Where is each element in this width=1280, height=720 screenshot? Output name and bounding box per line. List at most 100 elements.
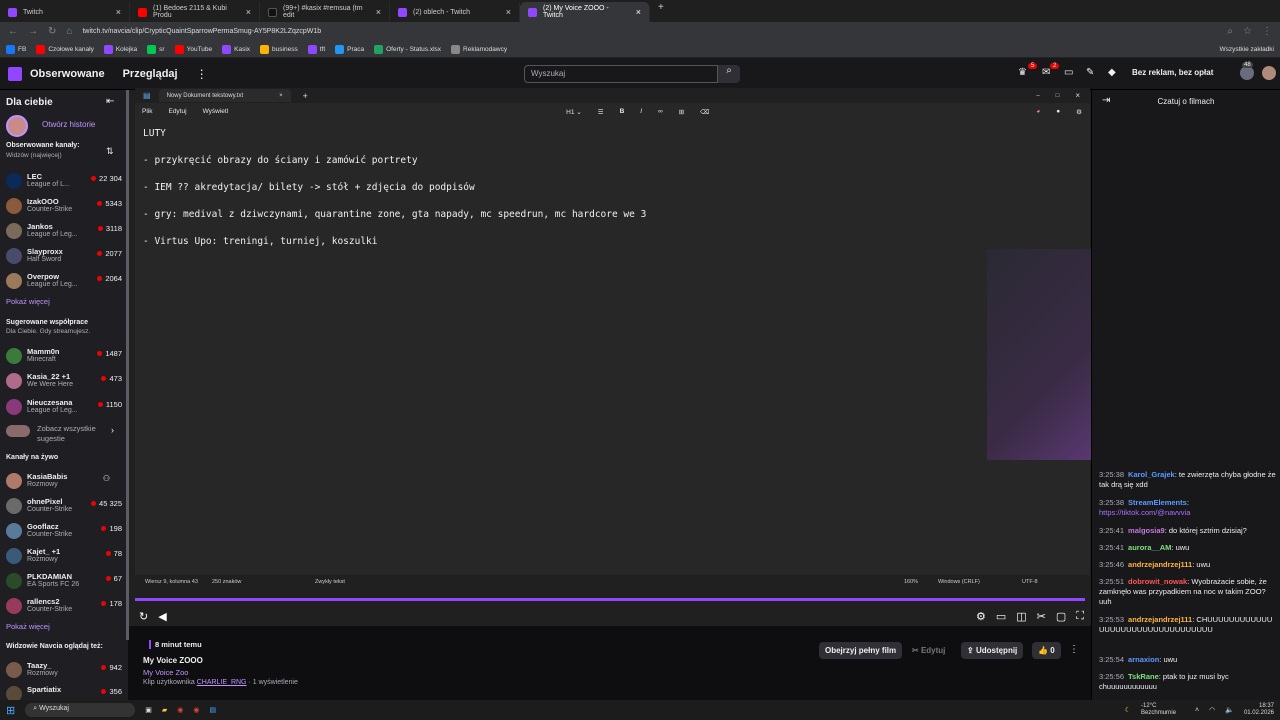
- bookmark-item[interactable]: Reklamodawcy: [451, 44, 507, 54]
- browser-tab[interactable]: (2) oblech - Twitch ×: [390, 2, 520, 22]
- sidebar-channel[interactable]: Mamm0n Minecraft 1487: [6, 345, 122, 367]
- volume-tray-icon[interactable]: 🔈: [1225, 706, 1234, 714]
- browser-tab-active[interactable]: (2) My Voice ZOOO - Twitch ×: [520, 2, 650, 22]
- sidebar-channel[interactable]: Nieuczesana League of Leg... 1150: [6, 396, 122, 418]
- clock[interactable]: 18:37 01.02.2026: [1244, 703, 1274, 717]
- bookmark-item[interactable]: business: [260, 44, 298, 54]
- minimize-icon[interactable]: –: [1036, 93, 1039, 99]
- menu-dots-icon[interactable]: ⋮: [1262, 26, 1272, 37]
- sidebar-channel[interactable]: ohnePixel Counter-Strike 45 325: [6, 495, 122, 517]
- share-button[interactable]: ⇪ Udostępnij: [961, 642, 1024, 659]
- maximize-icon[interactable]: □: [1056, 93, 1060, 99]
- sidebar-channel[interactable]: KasiaBabis Rozmowy ⚇: [6, 470, 122, 492]
- weather-text[interactable]: -12°C Bezchmurnie: [1141, 703, 1185, 717]
- clip-icon[interactable]: ✂: [1037, 610, 1046, 623]
- bookmark-item[interactable]: Czołowe kanały: [36, 44, 94, 54]
- menu-file[interactable]: Plik: [142, 108, 152, 115]
- bookmark-item[interactable]: Oferty - Status.xlsx: [374, 44, 441, 54]
- url-input[interactable]: twitch.tv/navcia/clip/CrypticQuaintSparr…: [82, 28, 1217, 35]
- edit-button[interactable]: ✂ Edytuj: [906, 642, 951, 659]
- clip-author-link[interactable]: CHARLIE_RNG: [197, 679, 247, 686]
- sidebar-toggle-icon[interactable]: ◫: [1016, 610, 1026, 623]
- sidebar-channel[interactable]: PLKDAMIAN EA Sports FC 26 67: [6, 570, 122, 592]
- replay-icon[interactable]: ↻: [139, 610, 148, 623]
- file-explorer-icon[interactable]: ▰: [162, 706, 167, 714]
- task-view-icon[interactable]: ▣: [145, 706, 152, 714]
- notepad-taskbar-icon[interactable]: ▤: [209, 706, 216, 714]
- link-icon[interactable]: ∞: [658, 108, 663, 115]
- zoom-icon[interactable]: ⌕: [1227, 26, 1233, 37]
- chrome-profile-icon[interactable]: ◉: [193, 706, 199, 714]
- browser-tab[interactable]: (1) Bedoes 2115 & Kubi Produ ×: [130, 2, 260, 22]
- sidebar-channel[interactable]: IzakOOO Counter-Strike 5343: [6, 195, 122, 217]
- bookmark-item[interactable]: FB: [6, 44, 26, 54]
- show-more-link[interactable]: Pokaż więcej: [6, 297, 50, 306]
- bookmark-star-icon[interactable]: ☆: [1243, 26, 1252, 37]
- menu-edit[interactable]: Edytuj: [168, 108, 186, 115]
- sidebar-channel[interactable]: Kasia_22 +1 We Were Here 473: [6, 370, 122, 392]
- user-avatar[interactable]: [1240, 66, 1254, 80]
- table-icon[interactable]: ⊞: [679, 108, 684, 116]
- italic-icon[interactable]: I: [640, 108, 642, 115]
- whispers-icon[interactable]: ▭: [1064, 67, 1073, 78]
- taskbar-search[interactable]: ⌕ Wyszukaj: [25, 703, 136, 717]
- close-tab-icon[interactable]: ×: [506, 7, 511, 17]
- notepad-tab[interactable]: Nowy Dokument tekstowy.txt ×: [158, 89, 291, 102]
- followed-sort[interactable]: Widzów (najwięcej): [6, 152, 62, 159]
- theatre-mode-icon[interactable]: ▭: [996, 610, 1006, 623]
- more-options-icon[interactable]: ⋮: [1069, 644, 1079, 655]
- bits-icon[interactable]: ◆: [1108, 67, 1116, 78]
- inbox-icon[interactable]: ✉: [1042, 67, 1050, 78]
- chrome-icon[interactable]: ◉: [177, 706, 183, 714]
- back-icon[interactable]: ←: [8, 26, 18, 37]
- windows-start-icon[interactable]: ⊞: [6, 704, 15, 717]
- search-icon[interactable]: ⌕: [718, 65, 740, 83]
- crown-icon[interactable]: ♛: [1018, 67, 1027, 78]
- more-icon[interactable]: ⋮: [196, 67, 208, 81]
- settings-gear-icon[interactable]: ⚙: [1076, 108, 1082, 116]
- new-tab-icon[interactable]: +: [303, 91, 308, 101]
- ad-free-button[interactable]: Bez reklam, bez opłat: [1128, 66, 1217, 79]
- sidebar-channel[interactable]: Taazy_ Rozmowy 942: [6, 659, 122, 681]
- copilot-icon[interactable]: ◕: [1036, 108, 1040, 115]
- bookmark-item[interactable]: tft: [307, 44, 325, 54]
- clip-channel-link[interactable]: My Voice Zoo: [143, 668, 188, 677]
- bookmark-item[interactable]: YouTube: [174, 44, 212, 54]
- browser-tab[interactable]: Twitch ×: [0, 2, 130, 22]
- profile-avatar[interactable]: [1262, 66, 1276, 80]
- stories-avatar[interactable]: [6, 115, 28, 137]
- clear-format-icon[interactable]: ⌫: [700, 108, 709, 116]
- see-all-suggestions[interactable]: Zobacz wszystkie sugestie ›: [6, 423, 122, 445]
- browser-tab[interactable]: (99+) #kasix #remsua (tm edit ×: [260, 2, 390, 22]
- reload-icon[interactable]: ↻: [48, 26, 56, 37]
- bookmark-item[interactable]: Kolejka: [103, 44, 137, 54]
- home-icon[interactable]: ⌂: [66, 26, 72, 37]
- sort-icon[interactable]: ⇅: [106, 146, 114, 157]
- close-tab-icon[interactable]: ×: [636, 7, 641, 17]
- sidebar-channel[interactable]: Slayproxx Half Sword 2077: [6, 245, 122, 267]
- settings-icon[interactable]: ⚙: [976, 610, 986, 623]
- open-stories-link[interactable]: Otwórz historie: [42, 120, 95, 129]
- sidebar-channel[interactable]: rallencs2 Counter-Strike 178: [6, 595, 122, 617]
- fullscreen-mini-icon[interactable]: ▢: [1056, 610, 1066, 623]
- search-input[interactable]: Wyszukaj: [524, 65, 718, 83]
- forward-icon[interactable]: →: [28, 26, 38, 37]
- bookmark-item[interactable]: Praca: [335, 44, 364, 54]
- like-button[interactable]: 👍 0: [1032, 642, 1061, 659]
- sidebar-channel[interactable]: LEC League of L... 22 304: [6, 170, 122, 192]
- volume-icon[interactable]: ◀: [158, 610, 166, 623]
- heading-dropdown[interactable]: H1 ⌄: [566, 108, 582, 116]
- collapse-sidebar-icon[interactable]: ⇤: [106, 96, 114, 107]
- show-more-link[interactable]: Pokaż więcej: [6, 622, 50, 631]
- bookmark-item[interactable]: sr: [147, 44, 165, 54]
- close-tab-icon[interactable]: ×: [376, 7, 381, 17]
- notepad-text-area[interactable]: LUTY - przykręcić obrazy do ściany i zam…: [135, 120, 1090, 575]
- video-progress-bar[interactable]: [135, 598, 1085, 601]
- close-icon[interactable]: ×: [279, 93, 283, 99]
- new-tab-button[interactable]: +: [650, 2, 672, 22]
- sidebar-channel[interactable]: Gooflacz Counter-Strike 198: [6, 520, 122, 542]
- menu-view[interactable]: Wyświetl: [203, 108, 229, 115]
- sidebar-channel[interactable]: Jankos League of Leg... 3118: [6, 220, 122, 242]
- watch-full-video-button[interactable]: Obejrzyj pełny film: [819, 642, 903, 659]
- list-icon[interactable]: ☰: [598, 108, 604, 116]
